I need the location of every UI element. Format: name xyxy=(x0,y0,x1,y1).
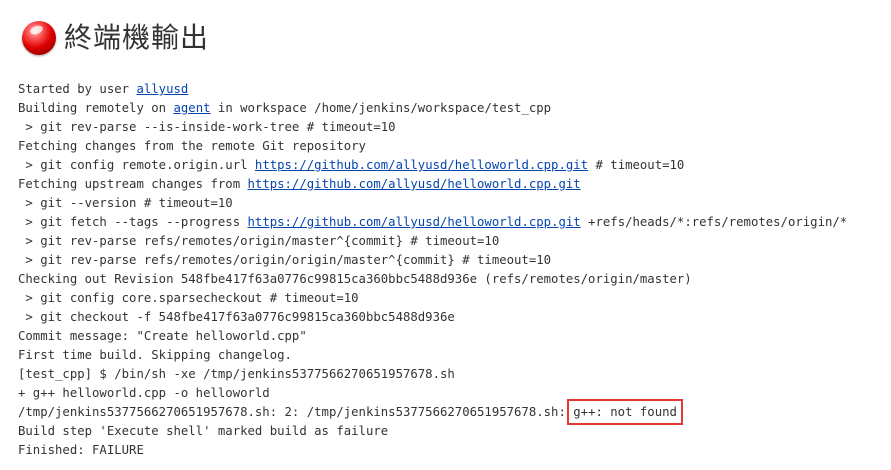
console-line-finished-status: Finished: FAILURE xyxy=(18,443,144,457)
console-line: [test_cpp] $ /bin/sh -xe /tmp/jenkins537… xyxy=(18,367,455,381)
console-line-building-remotely: Building remotely on agent in workspace … xyxy=(18,101,552,115)
console-line: > git rev-parse refs/remotes/origin/orig… xyxy=(18,253,552,267)
console-line-error: /tmp/jenkins5377566270651957678.sh: 2: /… xyxy=(18,399,683,425)
repo-url-link[interactable]: https://github.com/allyusd/helloworld.cp… xyxy=(248,177,581,191)
agent-link[interactable]: agent xyxy=(173,101,210,115)
console-line: Checking out Revision 548fbe417f63a0776c… xyxy=(18,272,692,286)
page-title: 終端機輸出 xyxy=(64,21,210,54)
console-line: > git rev-parse --is-inside-work-tree # … xyxy=(18,120,396,134)
repo-url-link[interactable]: https://github.com/allyusd/helloworld.cp… xyxy=(248,215,581,229)
console-line: + g++ helloworld.cpp -o helloworld xyxy=(18,386,270,400)
repo-url-link[interactable]: https://github.com/allyusd/helloworld.cp… xyxy=(255,158,588,172)
console-line: > git --version # timeout=10 xyxy=(18,196,233,210)
console-line-fetching-upstream: Fetching upstream changes from https://g… xyxy=(18,177,581,191)
console-line: Build step 'Execute shell' marked build … xyxy=(18,424,389,438)
console-line: First time build. Skipping changelog. xyxy=(18,348,292,362)
user-link[interactable]: allyusd xyxy=(136,82,188,96)
page-header: 終端機輸出 xyxy=(22,18,209,58)
red-ball-icon xyxy=(22,21,56,55)
console-line-git-config-url: > git config remote.origin.url https://g… xyxy=(18,158,685,172)
error-highlight-box: g++: not found xyxy=(567,399,683,425)
console-output: Started by user allyusd Building remotely… xyxy=(18,80,847,460)
console-line: Fetching changes from the remote Git rep… xyxy=(18,139,366,153)
console-line: Commit message: "Create helloworld.cpp" xyxy=(18,329,307,343)
console-line-started-by: Started by user allyusd xyxy=(18,82,189,96)
console-line: > git checkout -f 548fbe417f63a0776c9981… xyxy=(18,310,455,324)
console-line: > git config core.sparsecheckout # timeo… xyxy=(18,291,359,305)
console-line: > git rev-parse refs/remotes/origin/mast… xyxy=(18,234,500,248)
console-line-git-fetch: > git fetch --tags --progress https://gi… xyxy=(18,215,848,229)
